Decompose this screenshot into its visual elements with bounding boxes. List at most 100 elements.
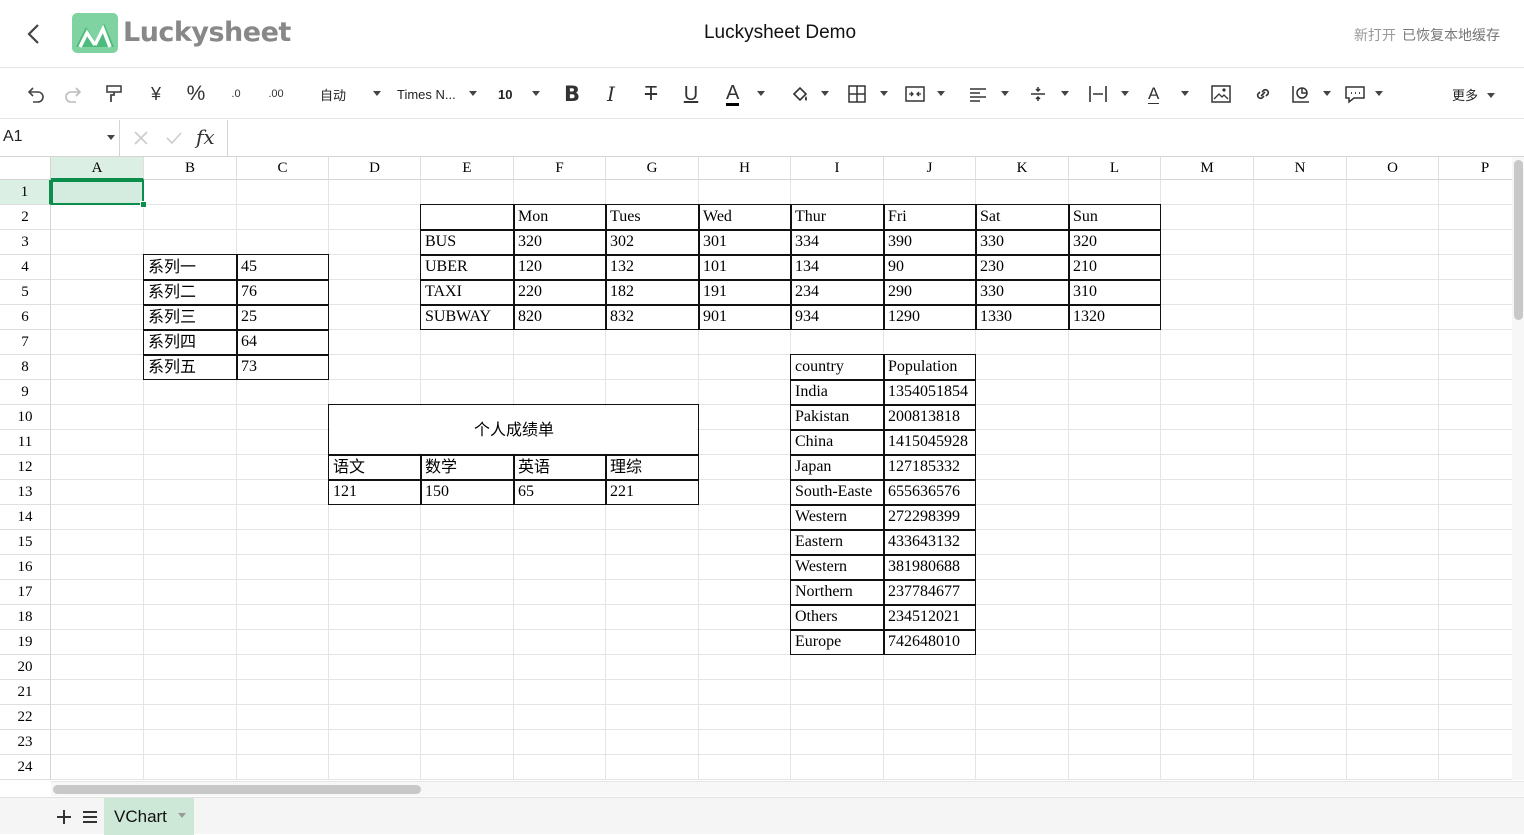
table-cell[interactable]: 1320 (1069, 305, 1161, 330)
table-cell[interactable]: 134 (791, 255, 884, 280)
table-cell[interactable]: 语文 (329, 455, 421, 480)
row-header[interactable]: 24 (0, 755, 51, 780)
decrease-decimal-button[interactable]: .0 (223, 69, 249, 119)
table-cell[interactable]: 210 (1069, 255, 1161, 280)
back-arrow-icon[interactable] (22, 22, 46, 46)
cell-name-box[interactable]: A1 (0, 120, 120, 156)
table-cell[interactable]: 237784677 (884, 580, 976, 605)
row-header[interactable]: 21 (0, 680, 51, 705)
column-header[interactable]: C (237, 157, 329, 180)
table-cell[interactable]: 320 (514, 230, 606, 255)
table-cell[interactable]: 334 (791, 230, 884, 255)
row-header[interactable]: 12 (0, 455, 51, 480)
table-cell[interactable]: 系列二 (144, 280, 237, 305)
column-header[interactable]: P (1439, 157, 1512, 180)
table-cell[interactable]: 310 (1069, 280, 1161, 305)
row-header[interactable]: 15 (0, 530, 51, 555)
table-cell[interactable]: 英语 (514, 455, 606, 480)
row-header[interactable]: 14 (0, 505, 51, 530)
table-cell[interactable]: China (791, 430, 884, 455)
table-cell[interactable]: 121 (329, 480, 421, 505)
number-format-select[interactable]: 自动 (312, 69, 384, 119)
table-cell[interactable]: 433643132 (884, 530, 976, 555)
table-cell[interactable]: Pakistan (791, 405, 884, 430)
insert-link-button[interactable] (1250, 69, 1276, 119)
font-color-button[interactable]: A (722, 69, 770, 119)
table-cell[interactable]: 390 (884, 230, 976, 255)
table-cell[interactable]: 理综 (606, 455, 699, 480)
row-header[interactable]: 8 (0, 355, 51, 380)
table-cell[interactable]: Eastern (791, 530, 884, 555)
column-header[interactable]: L (1069, 157, 1161, 180)
table-cell[interactable]: Sun (1069, 205, 1161, 230)
insert-comment-button[interactable] (1342, 69, 1388, 119)
row-header[interactable]: 23 (0, 730, 51, 755)
column-header[interactable]: J (884, 157, 976, 180)
bold-button[interactable]: B (560, 69, 584, 119)
row-header[interactable]: 18 (0, 605, 51, 630)
column-header[interactable]: I (791, 157, 884, 180)
merge-cells-button[interactable] (902, 69, 950, 119)
border-button[interactable] (845, 69, 893, 119)
column-header[interactable]: M (1161, 157, 1254, 180)
row-header[interactable]: 9 (0, 380, 51, 405)
table-cell[interactable]: UBER (421, 255, 514, 280)
table-cell[interactable]: 742648010 (884, 630, 976, 655)
table-cell[interactable]: South-Easte (791, 480, 884, 505)
column-header[interactable]: K (976, 157, 1069, 180)
text-rotation-button[interactable]: A (1146, 69, 1194, 119)
table-cell[interactable]: 820 (514, 305, 606, 330)
row-header[interactable]: 2 (0, 205, 51, 230)
format-painter-button[interactable] (101, 69, 127, 119)
table-cell[interactable]: 220 (514, 280, 606, 305)
table-cell[interactable]: 234512021 (884, 605, 976, 630)
table-cell[interactable]: Western (791, 555, 884, 580)
table-cell[interactable]: 330 (976, 280, 1069, 305)
currency-format-button[interactable]: ¥ (144, 69, 168, 119)
table-cell[interactable]: 73 (237, 355, 329, 380)
vertical-align-button[interactable] (1026, 69, 1074, 119)
table-cell[interactable]: 76 (237, 280, 329, 305)
undo-button[interactable] (22, 69, 48, 119)
table-cell[interactable]: Japan (791, 455, 884, 480)
percent-format-button[interactable]: % (183, 69, 209, 119)
row-header[interactable]: 11 (0, 430, 51, 455)
insert-image-button[interactable] (1208, 69, 1234, 119)
column-header[interactable]: A (51, 157, 144, 180)
score-table-title[interactable]: 个人成绩单 (329, 405, 699, 455)
confirm-icon[interactable] (165, 129, 183, 147)
row-header[interactable]: 16 (0, 555, 51, 580)
table-cell[interactable]: 381980688 (884, 555, 976, 580)
table-cell[interactable]: 25 (237, 305, 329, 330)
table-cell[interactable]: Thur (791, 205, 884, 230)
table-cell[interactable]: BUS (421, 230, 514, 255)
fill-color-button[interactable] (786, 69, 834, 119)
strikethrough-button[interactable]: T (639, 69, 663, 119)
row-header[interactable]: 7 (0, 330, 51, 355)
table-cell[interactable]: Population (884, 355, 976, 380)
table-cell[interactable]: 系列五 (144, 355, 237, 380)
text-wrap-button[interactable] (1086, 69, 1134, 119)
table-cell[interactable]: Sat (976, 205, 1069, 230)
column-header[interactable]: N (1254, 157, 1347, 180)
selected-cell-a1[interactable] (51, 180, 144, 205)
table-cell[interactable]: 1290 (884, 305, 976, 330)
table-cell[interactable]: 1354051854 (884, 380, 976, 405)
row-header[interactable]: 13 (0, 480, 51, 505)
spreadsheet-grid[interactable]: A B C D E F G H I J K L M N O P 1 2 3 4 5 6 7 8 9 10 11 12 13 14 15 16 1… (0, 157, 1512, 780)
font-family-select[interactable]: Times N... (392, 69, 486, 119)
table-cell[interactable]: 120 (514, 255, 606, 280)
table-cell[interactable]: 221 (606, 480, 699, 505)
table-cell[interactable]: SUBWAY (421, 305, 514, 330)
font-size-select[interactable]: 10 (493, 69, 547, 119)
select-all-corner[interactable] (0, 157, 51, 180)
row-header[interactable]: 4 (0, 255, 51, 280)
table-cell[interactable]: 65 (514, 480, 606, 505)
table-cell[interactable]: 1415045928 (884, 430, 976, 455)
table-cell[interactable]: 200813818 (884, 405, 976, 430)
table-cell[interactable]: 655636576 (884, 480, 976, 505)
row-header[interactable]: 22 (0, 705, 51, 730)
table-cell[interactable]: Mon (514, 205, 606, 230)
column-header[interactable]: E (421, 157, 514, 180)
italic-button[interactable]: I (600, 69, 622, 119)
